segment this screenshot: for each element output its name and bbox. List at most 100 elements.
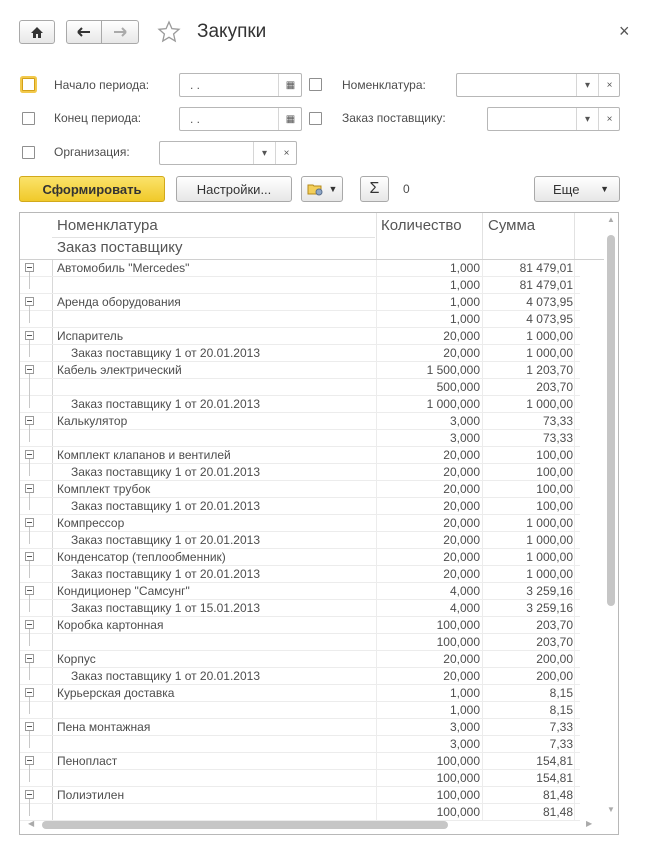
nomenclature-input[interactable]: ▾ × xyxy=(456,73,620,97)
table-row[interactable]: Аренда оборудования 1,000 4 073,95 xyxy=(20,294,580,311)
table-row[interactable]: Комплект клапанов и вентилей 20,000 100,00 xyxy=(20,447,580,464)
table-row[interactable]: Заказ поставщику 1 от 20.01.2013 20,000 1 … xyxy=(20,561,580,583)
table-row[interactable]: 100,000 154,81 xyxy=(20,765,580,787)
close-icon[interactable]: × xyxy=(619,21,630,42)
sum-button[interactable]: Σ xyxy=(360,176,389,202)
organization-label: Организация: xyxy=(54,145,130,159)
tree-column-divider xyxy=(52,277,53,293)
collapse-toggle-icon[interactable] xyxy=(25,263,34,272)
table-row[interactable]: Заказ поставщику 1 от 15.01.2013 4,000 3 2… xyxy=(20,595,580,617)
table-row[interactable]: 500,000 203,70 xyxy=(20,374,580,396)
table-row[interactable]: 100,000 81,48 xyxy=(20,799,580,821)
table-row[interactable]: Пенопласт 100,000 154,81 xyxy=(20,753,580,770)
scroll-left-icon[interactable]: ◀ xyxy=(28,819,34,828)
table-row[interactable]: Калькулятор 3,000 73,33 xyxy=(20,413,580,430)
period-end-checkbox[interactable] xyxy=(22,112,35,125)
back-button[interactable] xyxy=(66,20,102,44)
table-row[interactable]: Компрессор 20,000 1 000,00 xyxy=(20,515,580,532)
row-quantity: 1,000 xyxy=(449,703,480,717)
period-start-input[interactable]: . . ▦ xyxy=(179,73,302,97)
table-row[interactable]: 1,000 81 479,01 xyxy=(20,272,580,294)
collapse-toggle-icon[interactable] xyxy=(25,484,34,493)
scrollbar-thumb[interactable] xyxy=(607,235,615,606)
scroll-down-icon[interactable]: ▼ xyxy=(607,805,615,814)
collapse-toggle-icon[interactable] xyxy=(25,552,34,561)
table-row[interactable]: Кабель электрический 1 500,000 1 203,70 xyxy=(20,362,580,379)
table-row[interactable]: Заказ поставщику 1 от 20.01.2013 20,000 1 … xyxy=(20,340,580,362)
row-name: Заказ поставщику 1 от 20.01.2013 xyxy=(71,669,260,683)
table-row[interactable]: Конденсатор (теплообменник) 20,000 1 000,0… xyxy=(20,549,580,566)
table-row[interactable]: 3,000 7,33 xyxy=(20,731,580,753)
clear-icon[interactable]: × xyxy=(275,142,297,164)
table-row[interactable]: Заказ поставщику 1 от 20.01.2013 20,000 1 … xyxy=(20,527,580,549)
horizontal-scrollbar[interactable]: ◀ ▶ xyxy=(28,819,598,830)
supplier-order-checkbox[interactable] xyxy=(309,112,322,125)
table-row[interactable]: Комплект трубок 20,000 100,00 xyxy=(20,481,580,498)
table-row[interactable]: Полиэтилен 100,000 81,48 xyxy=(20,787,580,804)
calendar-icon[interactable]: ▦ xyxy=(278,108,302,130)
clear-icon[interactable]: × xyxy=(598,108,620,130)
clear-icon[interactable]: × xyxy=(598,74,620,96)
table-row[interactable]: Автомобиль "Mercedes" 1,000 81 479,01 xyxy=(20,260,580,277)
table-row[interactable]: 100,000 203,70 xyxy=(20,629,580,651)
scroll-up-icon[interactable]: ▲ xyxy=(607,215,615,224)
collapse-toggle-icon[interactable] xyxy=(25,790,34,799)
collapse-toggle-icon[interactable] xyxy=(25,756,34,765)
table-row[interactable]: Испаритель 20,000 1 000,00 xyxy=(20,328,580,345)
report-table[interactable]: Номенклатура Заказ поставщику Количество… xyxy=(19,212,619,835)
cell-divider xyxy=(574,498,575,514)
table-row[interactable]: Курьерская доставка 1,000 8,15 xyxy=(20,685,580,702)
forward-button[interactable] xyxy=(101,20,139,44)
table-row[interactable]: Заказ поставщику 1 от 20.01.2013 20,000 10… xyxy=(20,459,580,481)
generate-button[interactable]: Сформировать xyxy=(19,176,165,202)
collapse-toggle-icon[interactable] xyxy=(25,518,34,527)
table-row[interactable]: Коробка картонная 100,000 203,70 xyxy=(20,617,580,634)
supplier-order-input[interactable]: ▾ × xyxy=(487,107,620,131)
table-row[interactable]: Кондиционер "Самсунг" 4,000 3 259,16 xyxy=(20,583,580,600)
period-end-input[interactable]: . . ▦ xyxy=(179,107,302,131)
chevron-down-icon[interactable]: ▾ xyxy=(253,142,275,164)
collapse-toggle-icon[interactable] xyxy=(25,654,34,663)
row-quantity: 20,000 xyxy=(443,482,480,496)
column-header-nomenclature[interactable]: Номенклатура xyxy=(57,217,158,234)
row-quantity: 1,000 xyxy=(449,686,480,700)
scroll-right-icon[interactable]: ▶ xyxy=(586,819,592,828)
chevron-down-icon[interactable]: ▾ xyxy=(576,74,598,96)
table-row[interactable]: Корпус 20,000 200,00 xyxy=(20,651,580,668)
collapse-toggle-icon[interactable] xyxy=(25,620,34,629)
collapse-toggle-icon[interactable] xyxy=(25,688,34,697)
collapse-toggle-icon[interactable] xyxy=(25,416,34,425)
table-row[interactable]: Заказ поставщику 1 от 20.01.2013 1 000,00… xyxy=(20,391,580,413)
row-sum: 203,70 xyxy=(536,618,573,632)
collapse-toggle-icon[interactable] xyxy=(25,331,34,340)
settings-button[interactable]: Настройки... xyxy=(176,176,292,202)
collapse-toggle-icon[interactable] xyxy=(25,450,34,459)
column-header-quantity[interactable]: Количество xyxy=(381,217,462,234)
collapse-toggle-icon[interactable] xyxy=(25,722,34,731)
table-row[interactable]: 1,000 8,15 xyxy=(20,697,580,719)
table-row[interactable]: 3,000 73,33 xyxy=(20,425,580,447)
chevron-down-icon[interactable]: ▾ xyxy=(576,108,598,130)
vertical-scrollbar[interactable]: ▲ ▼ xyxy=(606,215,616,815)
organization-input[interactable]: ▾ × xyxy=(159,141,297,165)
collapse-toggle-icon[interactable] xyxy=(25,365,34,374)
more-button[interactable]: Еще ▼ xyxy=(534,176,620,202)
table-row[interactable]: Заказ поставщику 1 от 20.01.2013 20,000 20… xyxy=(20,663,580,685)
hscrollbar-thumb[interactable] xyxy=(42,821,448,829)
column-header-order[interactable]: Заказ поставщику xyxy=(57,239,182,256)
organization-checkbox[interactable] xyxy=(22,146,35,159)
calendar-icon[interactable]: ▦ xyxy=(278,74,302,96)
row-sum: 1 000,00 xyxy=(526,346,573,360)
column-header-sum[interactable]: Сумма xyxy=(488,217,535,234)
home-button[interactable] xyxy=(19,20,55,44)
report-variant-button[interactable]: ▼ xyxy=(301,176,343,202)
table-row[interactable]: Заказ поставщику 1 от 20.01.2013 20,000 10… xyxy=(20,493,580,515)
nomenclature-checkbox[interactable] xyxy=(309,78,322,91)
favorite-star-icon[interactable] xyxy=(157,20,181,44)
collapse-toggle-icon[interactable] xyxy=(25,297,34,306)
period-start-checkbox[interactable] xyxy=(22,78,35,91)
tree-column-divider xyxy=(52,413,53,429)
collapse-toggle-icon[interactable] xyxy=(25,586,34,595)
table-row[interactable]: Пена монтажная 3,000 7,33 xyxy=(20,719,580,736)
table-row[interactable]: 1,000 4 073,95 xyxy=(20,306,580,328)
